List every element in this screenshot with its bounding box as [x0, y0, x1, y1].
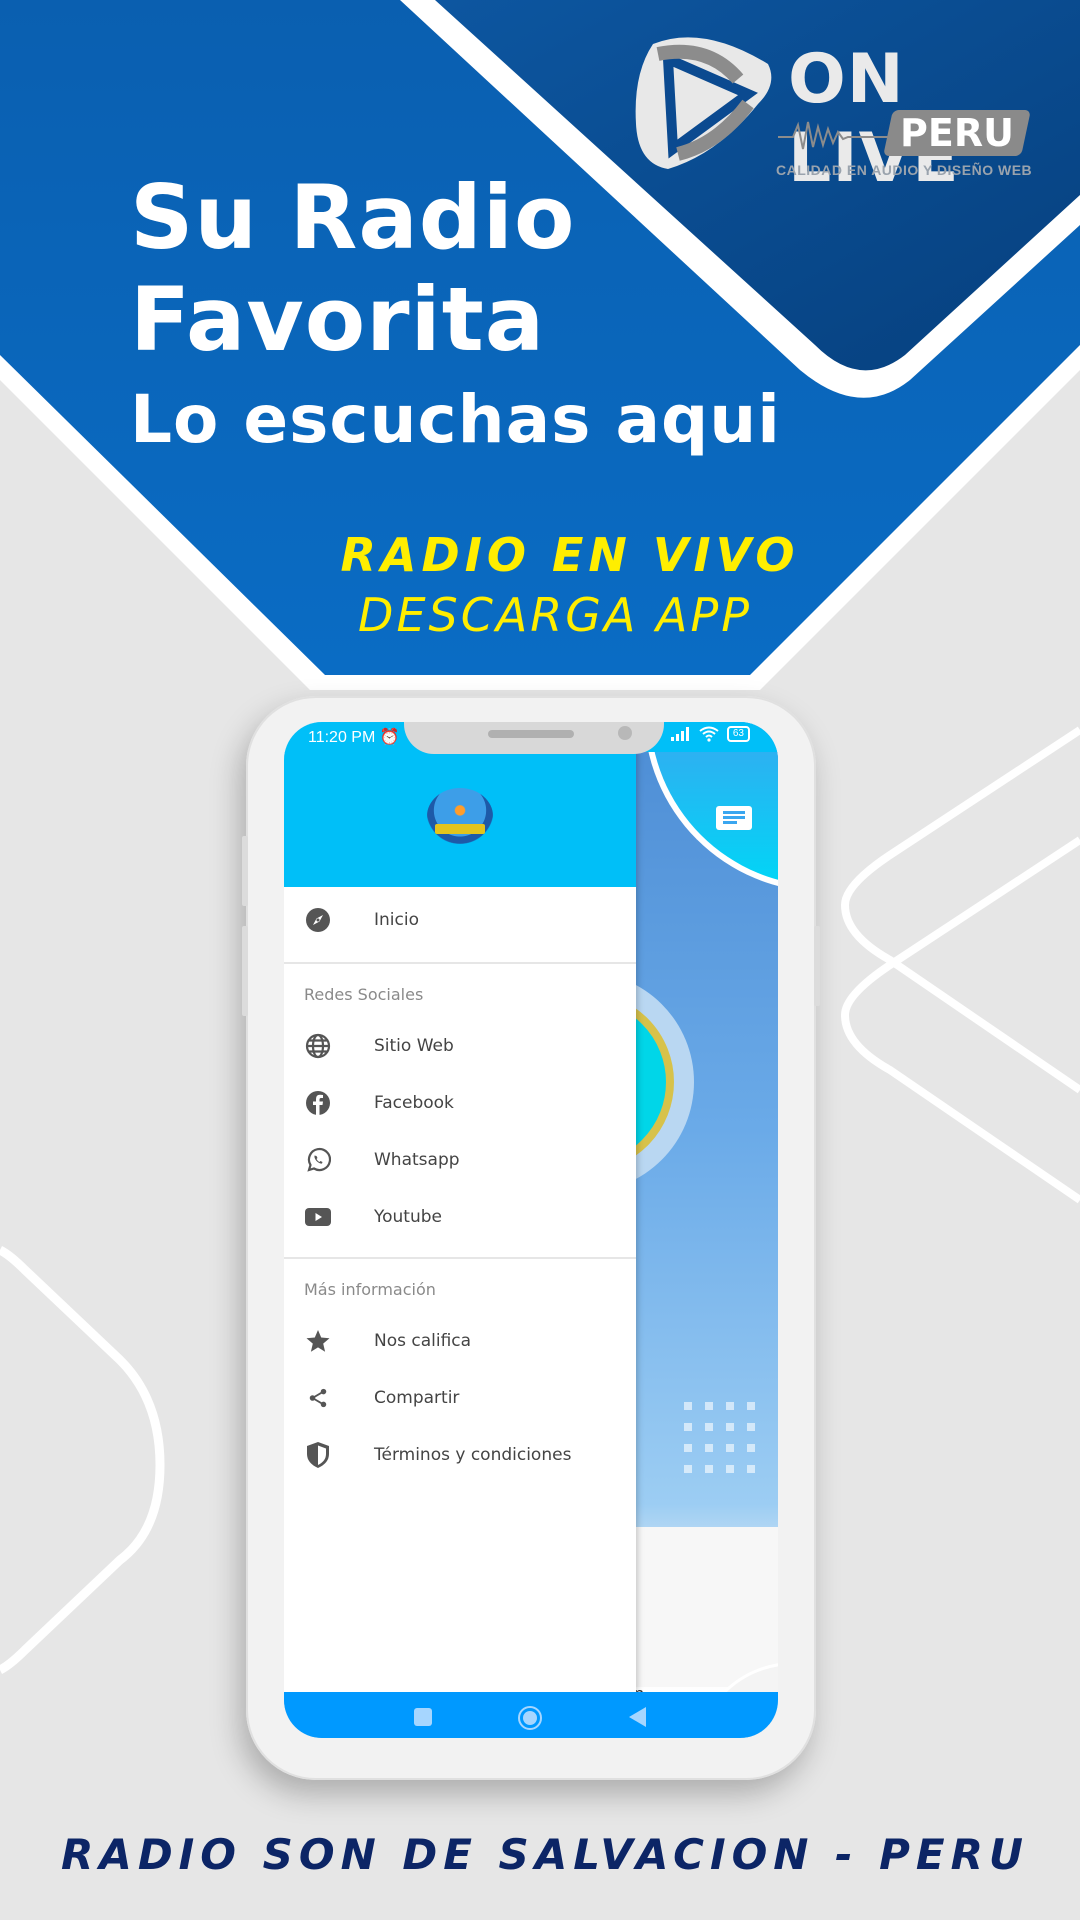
signal-icon [670, 727, 689, 741]
on-live-peru-logo: ON LIVE PERU CALIDAD EN AUDIO Y DISEÑO W… [628, 22, 1048, 198]
drawer-header [284, 752, 636, 887]
phone-side-button [242, 926, 248, 1016]
play-triangle-logo-icon [635, 37, 772, 170]
whatsapp-icon [304, 1146, 332, 1174]
headline-line-3: Lo escuchas aqui [130, 381, 781, 458]
star-icon [304, 1327, 332, 1355]
divider [284, 962, 636, 964]
audio-wave-icon [778, 121, 888, 150]
home-icon[interactable] [518, 1706, 542, 1730]
headline-line-1: Su Radio [130, 166, 576, 269]
logo-badge: PERU [883, 110, 1031, 156]
right-outline-top [840, 726, 1080, 1094]
globe-icon [304, 1032, 332, 1060]
menu-item-terminos[interactable]: Términos y condiciones [284, 1427, 636, 1483]
compass-icon [304, 906, 332, 934]
system-nav-bar [284, 1692, 778, 1738]
menu-item-whatsapp[interactable]: Whatsapp [284, 1132, 636, 1188]
footer-station-name: RADIO SON DE SALVACION - PERU [60, 1830, 1030, 1879]
shield-icon [304, 1441, 332, 1469]
speaker [488, 730, 574, 738]
menu-item-compartir[interactable]: Compartir [284, 1370, 636, 1426]
right-outline-bottom [840, 836, 1080, 1204]
section-mas-informacion: Más información [304, 1280, 436, 1299]
menu-item-youtube[interactable]: Youtube [284, 1189, 636, 1245]
phone-notch [404, 722, 664, 754]
menu-item-sitio-web[interactable]: Sitio Web [284, 1018, 636, 1074]
phone-mockup: 11:20 PM ⏰ 63 n [242, 696, 820, 1780]
recents-icon[interactable] [414, 1708, 432, 1726]
left-outline [0, 1245, 165, 1675]
facebook-icon [304, 1089, 332, 1117]
menu-item-inicio[interactable]: Inicio [284, 892, 636, 948]
promo-radio-en-vivo: RADIO EN VIVO [340, 528, 800, 582]
status-icons: 63 [670, 726, 750, 742]
alarm-icon: ⏰ [379, 729, 400, 746]
headline-line-2: Favorita [130, 268, 546, 371]
phone-side-button [814, 926, 820, 1006]
battery-indicator: 63 [726, 726, 750, 742]
back-icon[interactable] [629, 1707, 646, 1727]
promo-descarga-app: DESCARGA APP [358, 588, 752, 642]
chat-icon[interactable] [716, 806, 752, 830]
decor-dots [684, 1402, 774, 1473]
youtube-icon [304, 1203, 332, 1231]
wifi-icon [699, 726, 719, 742]
section-redes-sociales: Redes Sociales [304, 985, 424, 1004]
front-camera [618, 726, 632, 740]
phone-screen: 11:20 PM ⏰ 63 n [284, 722, 778, 1738]
navigation-drawer: Inicio Redes Sociales Sitio Web Facebook [284, 722, 636, 1692]
menu-item-facebook[interactable]: Facebook [284, 1075, 636, 1131]
share-icon [304, 1384, 332, 1412]
radio-logo [427, 788, 493, 844]
divider [284, 1257, 636, 1259]
logo-tagline: CALIDAD EN AUDIO Y DISEÑO WEB [776, 162, 1033, 178]
menu-item-nos-califica[interactable]: Nos califica [284, 1313, 636, 1369]
status-time: 11:20 PM ⏰ [308, 729, 400, 746]
phone-side-button [242, 836, 248, 906]
